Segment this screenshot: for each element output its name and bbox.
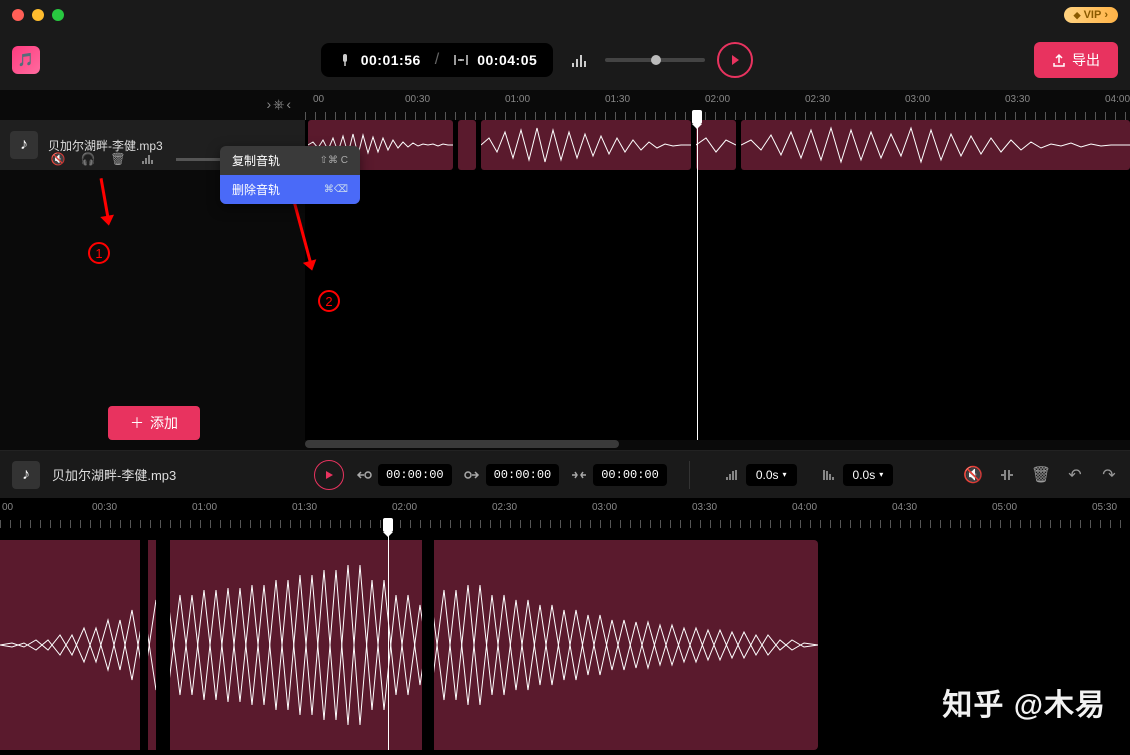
track-panel: ›⎈‹ ♪ 贝加尔湖畔-李健.mp3 🔇 🎧 🗑 ＋添加 1: [0, 90, 305, 450]
time-separator: /: [435, 51, 439, 69]
trim-end-value[interactable]: 00:00:00: [486, 464, 560, 486]
detail-play-button[interactable]: [314, 460, 344, 490]
export-icon: [1052, 53, 1066, 67]
timeline-panel[interactable]: 00 00:30 01:00 01:30 02:00 02:30 03:00 0…: [305, 90, 1130, 450]
close-window[interactable]: [12, 9, 24, 21]
add-track-button[interactable]: ＋ 添加: [108, 406, 200, 440]
solo-icon[interactable]: 🎧: [80, 151, 96, 167]
current-time: 00:01:56: [361, 52, 421, 68]
annotation-arrow-1: [103, 178, 106, 218]
trim-start-icon: [356, 468, 372, 482]
mute-icon[interactable]: 🔇: [50, 151, 66, 167]
trim-collapse-icon: [571, 468, 587, 482]
detail-ruler[interactable]: 00 00:30 01:00 01:30 02:00 02:30 03:00 0…: [0, 498, 1130, 528]
titlebar: VIP: [0, 0, 1130, 30]
delete-track-icon[interactable]: 🗑: [110, 151, 126, 167]
total-time: 00:04:05: [477, 52, 537, 68]
detail-bar: ♪ 贝加尔湖畔-李健.mp3 00:00:00 00:00:00 00:00:0…: [0, 450, 1130, 498]
toolbar: 🎵 00:01:56 / 00:04:05 导出: [0, 30, 1130, 90]
playhead-icon: [337, 52, 353, 68]
redo-icon[interactable]: ↷: [1100, 466, 1118, 484]
audio-clip[interactable]: [481, 120, 691, 170]
time-display: 00:01:56 / 00:04:05: [321, 43, 554, 77]
trim-end-icon: [464, 468, 480, 482]
export-label: 导出: [1072, 50, 1100, 70]
menu-copy-track[interactable]: 复制音轨 ⇧⌘ C: [220, 146, 360, 175]
maximize-window[interactable]: [52, 9, 64, 21]
detail-waveform[interactable]: [0, 540, 818, 750]
app-icon: 🎵: [12, 46, 40, 74]
zoom-control[interactable]: ›⎈‹: [266, 96, 293, 113]
plus-icon: ＋: [130, 413, 144, 433]
context-menu: 复制音轨 ⇧⌘ C 删除音轨 ⌘⌫: [220, 146, 360, 204]
equalizer-icon[interactable]: [565, 46, 593, 74]
annotation-2: 2: [318, 290, 340, 312]
menu-copy-label: 复制音轨: [232, 152, 280, 169]
trim-start-value[interactable]: 00:00:00: [378, 464, 452, 486]
window-controls: [12, 9, 64, 21]
play-button[interactable]: [717, 42, 753, 78]
add-label: 添加: [150, 413, 178, 433]
audio-clip[interactable]: [458, 120, 476, 170]
menu-delete-shortcut: ⌘⌫: [324, 184, 348, 195]
fade-in-value[interactable]: 0.0s ▾: [746, 464, 797, 486]
vip-badge[interactable]: VIP: [1064, 7, 1118, 23]
mute-icon[interactable]: 🔇: [964, 466, 982, 484]
track-eq-icon[interactable]: [140, 151, 156, 167]
annotation-1: 1: [88, 242, 110, 264]
menu-delete-track[interactable]: 删除音轨 ⌘⌫: [220, 175, 360, 204]
duration-icon: [453, 52, 469, 68]
playhead[interactable]: [697, 110, 698, 450]
delete-icon[interactable]: 🗑: [1032, 466, 1050, 484]
menu-delete-label: 删除音轨: [232, 181, 280, 198]
detail-playhead[interactable]: [388, 518, 389, 750]
fade-out-value[interactable]: 0.0s ▾: [843, 464, 894, 486]
detail-track-name: 贝加尔湖畔-李健.mp3: [52, 465, 302, 484]
music-note-icon: ♪: [10, 131, 38, 159]
music-note-icon: ♪: [12, 461, 40, 489]
audio-clip[interactable]: [696, 120, 736, 170]
upper-editor: ›⎈‹ ♪ 贝加尔湖畔-李健.mp3 🔇 🎧 🗑 ＋添加 1 00 00:30: [0, 90, 1130, 450]
split-icon[interactable]: [998, 466, 1016, 484]
track-volume-slider[interactable]: [176, 158, 226, 161]
fade-in-icon: [726, 469, 740, 481]
fade-out-icon: [823, 469, 837, 481]
audio-clip[interactable]: [741, 120, 1130, 170]
timeline-scrollbar[interactable]: [305, 440, 1130, 450]
undo-icon[interactable]: ↶: [1066, 466, 1084, 484]
minimize-window[interactable]: [32, 9, 44, 21]
menu-copy-shortcut: ⇧⌘ C: [320, 155, 348, 166]
watermark: 知乎 @木易: [942, 680, 1106, 724]
volume-slider[interactable]: [605, 58, 705, 62]
annotation-arrow-2: [300, 194, 303, 264]
vip-label: VIP: [1084, 9, 1102, 21]
timeline-ruler[interactable]: 00 00:30 01:00 01:30 02:00 02:30 03:00 0…: [305, 90, 1130, 120]
export-button[interactable]: 导出: [1034, 42, 1118, 78]
trim-offset-value[interactable]: 00:00:00: [593, 464, 667, 486]
